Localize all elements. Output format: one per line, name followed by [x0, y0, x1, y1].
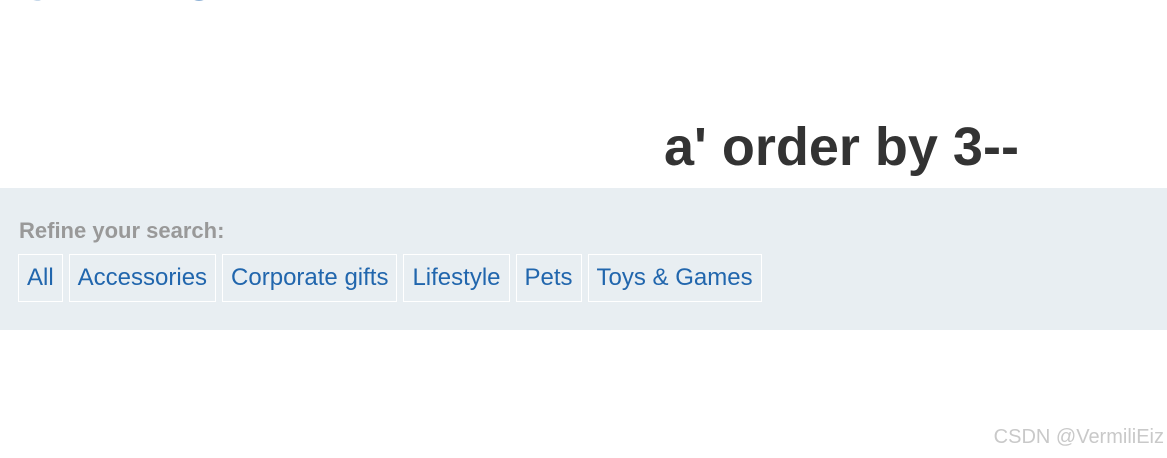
logo-icon — [33, 0, 203, 1]
page: a' order by 3-- Refine your search: All … — [0, 0, 1167, 458]
filter-label: Refine your search: — [19, 218, 225, 243]
category-filter-list: All Accessories Corporate gifts Lifestyl… — [18, 254, 762, 302]
filter-pets[interactable]: Pets — [515, 254, 582, 302]
filter-all[interactable]: All — [18, 254, 63, 302]
filter-toys-games[interactable]: Toys & Games — [587, 254, 762, 302]
filter-panel: Refine your search: All Accessories Corp… — [0, 188, 1167, 330]
filter-corporate-gifts[interactable]: Corporate gifts — [222, 254, 398, 302]
page-title: a' order by 3-- — [664, 117, 1019, 178]
filter-accessories[interactable]: Accessories — [68, 254, 217, 302]
watermark: CSDN @VermiliEiz — [993, 426, 1164, 448]
filter-lifestyle[interactable]: Lifestyle — [403, 254, 510, 302]
